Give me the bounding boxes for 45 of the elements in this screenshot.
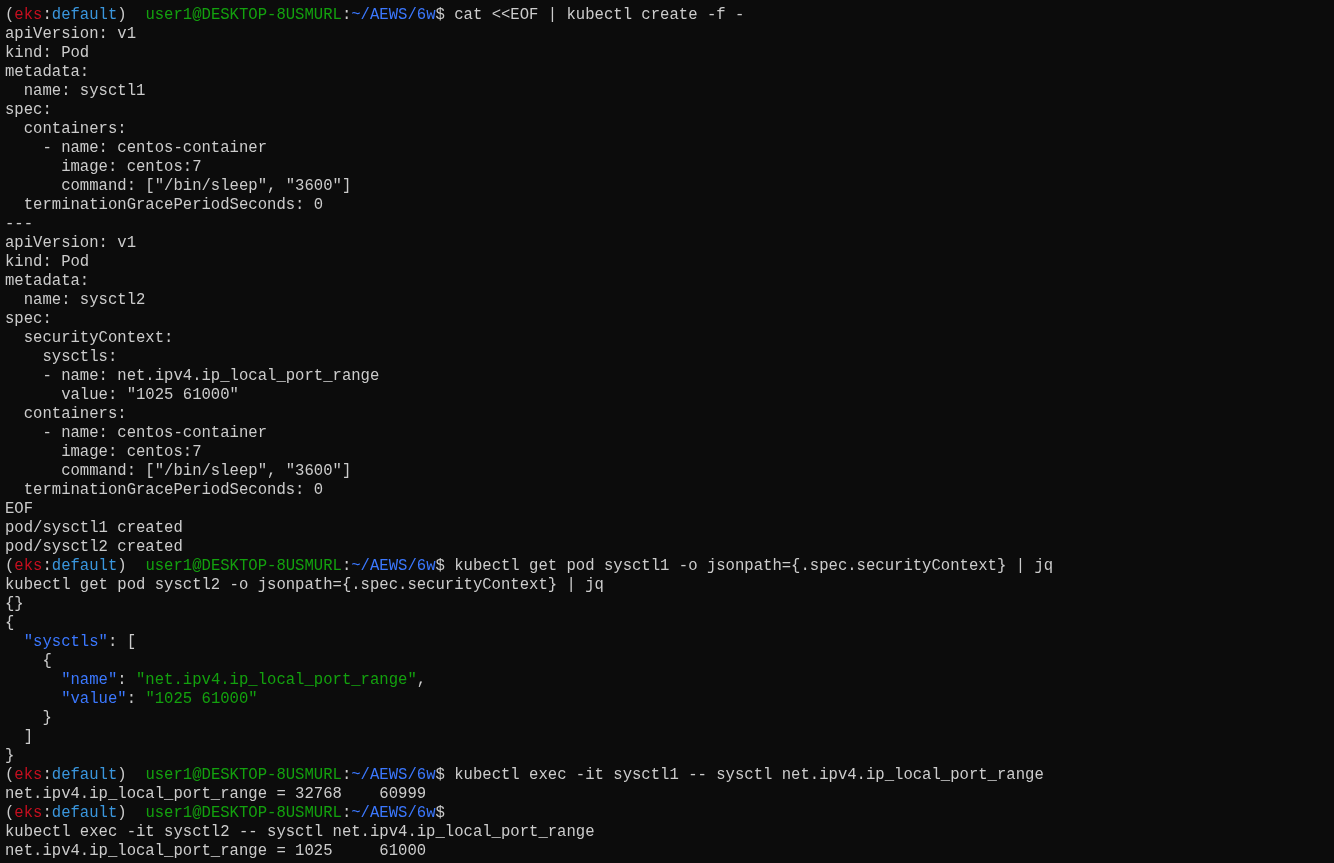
output-line: terminationGracePeriodSeconds: 0 [22, 481, 325, 500]
output-line: spec: [5, 310, 53, 329]
output-line: --- [5, 215, 35, 234]
output-line: {} [5, 595, 25, 614]
output-line: apiVersion: v1 [5, 25, 137, 44]
output-line: - name: centos-container [41, 139, 269, 158]
output-line: name: sysctl1 [22, 82, 147, 101]
output-line: - name: centos-container [41, 424, 269, 443]
output-line: pod/sysctl2 created [5, 538, 184, 557]
json-line: "sysctls": [ [22, 633, 137, 652]
prompt-line: (eks:default) user1@DESKTOP-8USMURL:~/AEWS/6w$ cat <<EOF | kubectl create -f - [5, 6, 746, 25]
prompt-line: (eks:default) user1@DESKTOP-8USMURL:~/AEWS/6w$ [5, 804, 446, 823]
output-line: value: "1025 61000" [60, 386, 240, 405]
output-line: { [5, 614, 16, 633]
output-line: containers: [22, 405, 128, 424]
json-line: "name": "net.ipv4.ip_local_port_range", [60, 671, 428, 690]
output-line: terminationGracePeriodSeconds: 0 [22, 196, 325, 215]
output-line: kubectl exec -it sysctl2 -- sysctl net.ipv4.ip_local_port_range [5, 823, 596, 842]
output-line: } [5, 747, 16, 766]
output-line: { [41, 652, 53, 671]
output-line: sysctls: [41, 348, 119, 367]
output-line: name: sysctl2 [22, 291, 147, 310]
output-line: EOF [5, 500, 35, 519]
output-line: metadata: [5, 63, 91, 82]
output-line: net.ipv4.ip_local_port_range = 32768 60999 [5, 785, 428, 804]
output-line: kubectl get pod sysctl2 -o jsonpath={.spec.securityContext} | jq [5, 576, 605, 595]
output-line: - name: net.ipv4.ip_local_port_range [41, 367, 381, 386]
output-line: image: centos:7 [60, 443, 203, 462]
output-line: metadata: [5, 272, 91, 291]
output-line: image: centos:7 [60, 158, 203, 177]
output-line: } [41, 709, 53, 728]
output-line: command: ["/bin/sleep", "3600"] [60, 462, 353, 481]
output-line: securityContext: [22, 329, 175, 348]
output-line: apiVersion: v1 [5, 234, 137, 253]
output-line: pod/sysctl1 created [5, 519, 184, 538]
output-line: net.ipv4.ip_local_port_range = 1025 61000 [5, 842, 428, 861]
output-line: kind: Pod [5, 44, 91, 63]
output-line: ] [22, 728, 35, 747]
prompt-line: (eks:default) user1@DESKTOP-8USMURL:~/AEWS/6w$ kubectl exec -it sysctl1 -- sysctl net.ipv4.ip_local_port_range [5, 766, 1045, 785]
output-line: kind: Pod [5, 253, 91, 272]
json-line: "value": "1025 61000" [60, 690, 259, 709]
output-line: spec: [5, 101, 53, 120]
output-line: command: ["/bin/sleep", "3600"] [60, 177, 353, 196]
output-line: containers: [22, 120, 128, 139]
prompt-line: (eks:default) user1@DESKTOP-8USMURL:~/AEWS/6w$ kubectl get pod sysctl1 -o jsonpath={.spec.securityContext} | jq [5, 557, 1055, 576]
